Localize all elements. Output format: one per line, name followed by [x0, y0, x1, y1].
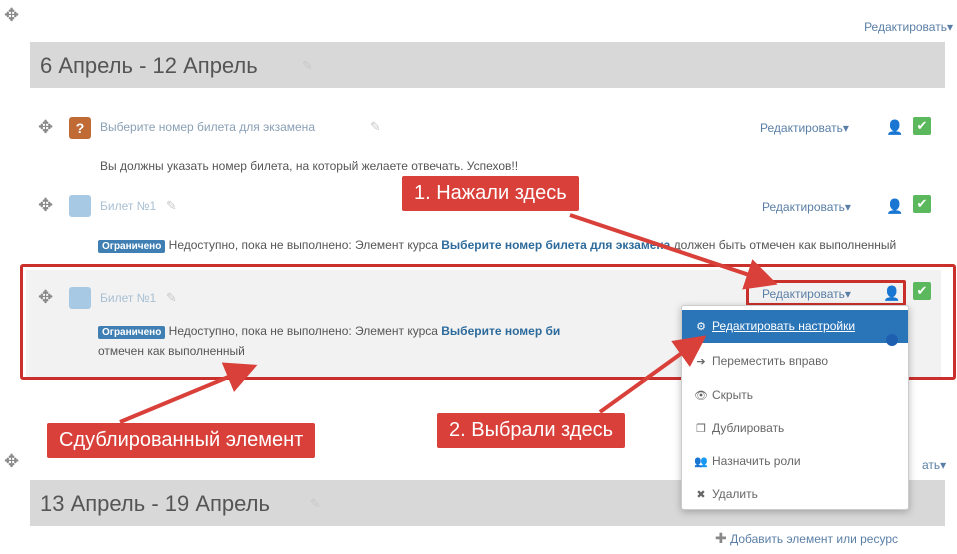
annotation-arrows — [119, 213, 778, 424]
arrow-to-edit-settings — [598, 335, 707, 414]
course-page: ✥ Редактировать▾ 6 Апрель - 12 Апрель ✎ … — [0, 0, 957, 554]
callout-step1: 1. Нажали здесь — [402, 176, 579, 211]
callout-duplicated: Сдублированный элемент — [47, 423, 316, 458]
callout-step2: 2. Выбрали здесь — [437, 413, 625, 448]
arrow-to-edit-menu — [569, 213, 778, 290]
arrow-to-duplicated-row — [119, 362, 258, 424]
